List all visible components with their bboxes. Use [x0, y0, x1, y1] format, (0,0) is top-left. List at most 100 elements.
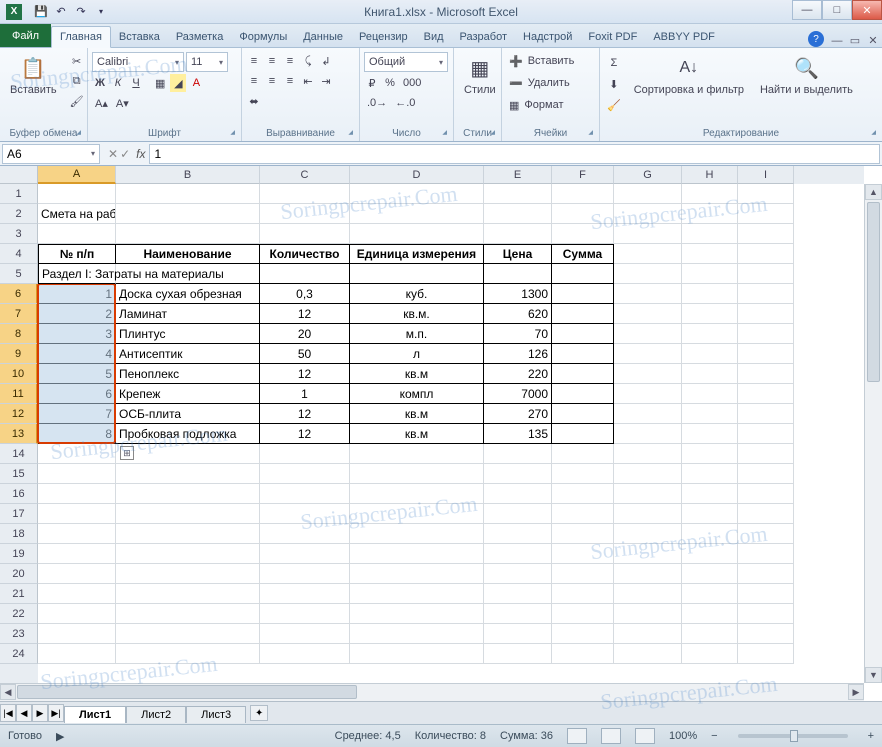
- cell[interactable]: [350, 584, 484, 604]
- cell[interactable]: [552, 304, 614, 324]
- cell[interactable]: кв.м: [350, 404, 484, 424]
- italic-button[interactable]: К: [110, 74, 126, 92]
- scroll-left-icon[interactable]: ◀: [0, 684, 16, 700]
- align-left-icon[interactable]: ≡: [246, 72, 262, 90]
- sheet-nav-prev-icon[interactable]: ◀: [16, 704, 32, 722]
- row-header[interactable]: 7: [0, 304, 38, 324]
- cell[interactable]: [350, 484, 484, 504]
- cell[interactable]: м.п.: [350, 324, 484, 344]
- cell[interactable]: [682, 624, 738, 644]
- cell[interactable]: [350, 444, 484, 464]
- cell[interactable]: [38, 544, 116, 564]
- status-macro-icon[interactable]: ▶: [56, 730, 64, 743]
- cell[interactable]: [738, 424, 794, 444]
- row-header[interactable]: 9: [0, 344, 38, 364]
- delete-cells-button[interactable]: ➖Удалить: [506, 74, 574, 92]
- cell[interactable]: [682, 604, 738, 624]
- cancel-formula-icon[interactable]: ✕: [108, 147, 118, 161]
- cell[interactable]: 6: [38, 384, 116, 404]
- cell[interactable]: [260, 544, 350, 564]
- cell[interactable]: [38, 224, 116, 244]
- row-header[interactable]: 19: [0, 544, 38, 564]
- view-break-icon[interactable]: [635, 728, 655, 744]
- cell[interactable]: [260, 604, 350, 624]
- percent-icon[interactable]: %: [382, 74, 398, 92]
- align-right-icon[interactable]: ≡: [282, 72, 298, 90]
- cell[interactable]: [552, 604, 614, 624]
- cell[interactable]: [682, 324, 738, 344]
- cell[interactable]: [350, 624, 484, 644]
- mdi-restore-icon[interactable]: ▭: [848, 34, 862, 47]
- cell[interactable]: [350, 504, 484, 524]
- cell[interactable]: куб.: [350, 284, 484, 304]
- cell[interactable]: [738, 624, 794, 644]
- cell[interactable]: [682, 444, 738, 464]
- cell[interactable]: 7: [38, 404, 116, 424]
- cell[interactable]: [484, 564, 552, 584]
- select-all-corner[interactable]: [0, 166, 38, 184]
- cell[interactable]: [116, 624, 260, 644]
- ribbon-tab[interactable]: Foxit PDF: [580, 27, 645, 47]
- cells-area[interactable]: Смета на работы№ п/пНаименованиеКоличест…: [38, 184, 864, 683]
- cell[interactable]: л: [350, 344, 484, 364]
- cell[interactable]: [682, 304, 738, 324]
- cell[interactable]: [116, 584, 260, 604]
- cell[interactable]: [350, 224, 484, 244]
- cell[interactable]: [552, 624, 614, 644]
- cell[interactable]: [484, 204, 552, 224]
- scroll-up-icon[interactable]: ▲: [865, 184, 882, 200]
- cell[interactable]: [682, 364, 738, 384]
- cell[interactable]: [552, 404, 614, 424]
- cell[interactable]: [552, 584, 614, 604]
- zoom-level[interactable]: 100%: [669, 730, 697, 742]
- row-header[interactable]: 15: [0, 464, 38, 484]
- vscroll-thumb[interactable]: [867, 202, 880, 382]
- cell[interactable]: [682, 484, 738, 504]
- cell[interactable]: [552, 484, 614, 504]
- cell[interactable]: [682, 424, 738, 444]
- column-header[interactable]: B: [116, 166, 260, 184]
- column-header[interactable]: G: [614, 166, 682, 184]
- mdi-close-icon[interactable]: ✕: [866, 34, 880, 47]
- cell[interactable]: [738, 364, 794, 384]
- cell[interactable]: [38, 624, 116, 644]
- ribbon-tab[interactable]: Вставка: [111, 27, 168, 47]
- row-header[interactable]: 22: [0, 604, 38, 624]
- cell[interactable]: [614, 304, 682, 324]
- vertical-scrollbar[interactable]: ▲ ▼: [864, 184, 882, 683]
- cell[interactable]: [682, 644, 738, 664]
- cell[interactable]: [260, 224, 350, 244]
- cell[interactable]: [350, 604, 484, 624]
- cell[interactable]: [614, 264, 682, 284]
- ribbon-tab[interactable]: Рецензир: [351, 27, 416, 47]
- cell[interactable]: Плинтус: [116, 324, 260, 344]
- ribbon-tab[interactable]: ABBYY PDF: [645, 27, 723, 47]
- cell[interactable]: [350, 544, 484, 564]
- cell[interactable]: [682, 224, 738, 244]
- cell[interactable]: [552, 284, 614, 304]
- ribbon-tab[interactable]: Надстрой: [515, 27, 580, 47]
- cell[interactable]: [614, 224, 682, 244]
- cell[interactable]: [552, 464, 614, 484]
- cell[interactable]: Пеноплекс: [116, 364, 260, 384]
- row-header[interactable]: 17: [0, 504, 38, 524]
- format-painter-icon[interactable]: 🖌: [67, 92, 87, 110]
- cell[interactable]: [682, 184, 738, 204]
- cell[interactable]: [738, 564, 794, 584]
- view-normal-icon[interactable]: [567, 728, 587, 744]
- cell[interactable]: [116, 564, 260, 584]
- cell[interactable]: [38, 504, 116, 524]
- cell[interactable]: кв.м: [350, 424, 484, 444]
- cell[interactable]: [484, 504, 552, 524]
- cell[interactable]: 126: [484, 344, 552, 364]
- cell[interactable]: 20: [260, 324, 350, 344]
- sheet-nav-first-icon[interactable]: |◀: [0, 704, 16, 722]
- cell[interactable]: [350, 264, 484, 284]
- cell[interactable]: [484, 644, 552, 664]
- sheet-nav-next-icon[interactable]: ▶: [32, 704, 48, 722]
- cell[interactable]: [738, 204, 794, 224]
- decrease-decimal-icon[interactable]: ←.0: [392, 94, 418, 112]
- cell[interactable]: [260, 444, 350, 464]
- cell[interactable]: [682, 544, 738, 564]
- cell[interactable]: [552, 224, 614, 244]
